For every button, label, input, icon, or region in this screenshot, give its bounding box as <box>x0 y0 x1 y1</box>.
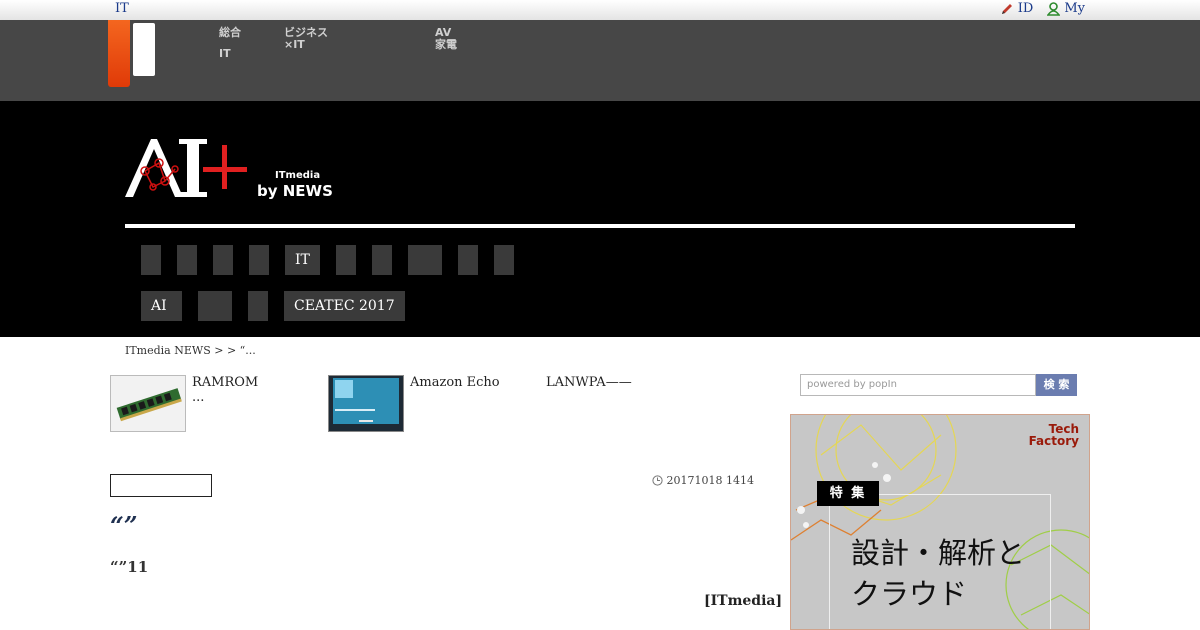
ad-headline-line1: 設計・解析と <box>851 536 1026 570</box>
category-item[interactable] <box>198 291 232 321</box>
related-title: LANWPA—— <box>546 375 632 390</box>
tech-factory-logo: Tech Factory <box>1029 423 1079 447</box>
category-item[interactable] <box>249 245 269 275</box>
my-link[interactable]: My <box>1047 1 1085 16</box>
category-item-ceatec[interactable]: CEATEC 2017 <box>284 291 405 321</box>
related-article[interactable]: RAMROM ... <box>110 375 258 432</box>
category-item[interactable] <box>493 245 514 275</box>
clock-icon <box>651 475 663 486</box>
top-user-links: ID My <box>1000 1 1085 16</box>
itmedia-logo-orange[interactable] <box>108 20 130 87</box>
related-title: RAMROM <box>192 375 259 390</box>
search-button[interactable]: 検 索 <box>1036 374 1077 396</box>
search-input[interactable]: powered by popIn <box>800 374 1036 396</box>
article-source: [ITmedia] <box>704 593 783 609</box>
category-item-it[interactable]: IT <box>285 245 320 275</box>
category-item-ai[interactable]: AI <box>141 291 182 321</box>
site-search: powered by popIn 検 索 <box>800 374 1077 396</box>
gnav-item-label: 総合 <box>219 26 241 39</box>
itmedia-sub-brand: ITmedia <box>275 170 321 181</box>
category-item[interactable] <box>407 245 442 275</box>
ai-plus-logo[interactable]: ITmedia by NEWS <box>125 137 335 209</box>
top-strip: IT ID My <box>0 0 1200 21</box>
article-lead: “”11 <box>110 558 149 576</box>
pencil-icon <box>1001 3 1012 14</box>
category-nav-row-2: AI CEATEC 2017 <box>141 291 405 321</box>
gnav-item-sublabel: 家電 <box>435 38 457 51</box>
category-item[interactable] <box>141 245 161 275</box>
category-item[interactable] <box>335 245 356 275</box>
id-link[interactable]: ID <box>1000 1 1034 16</box>
article-date-text: 20171018 1414 <box>666 474 754 487</box>
category-item[interactable] <box>371 245 392 275</box>
ad-headline-line2: クラウド <box>851 577 968 611</box>
category-item[interactable] <box>248 291 268 321</box>
gnav-item-business[interactable]: ビジネス ×IT <box>284 27 328 51</box>
article-title: “” <box>110 511 138 540</box>
related-title: Amazon Echo <box>410 375 500 390</box>
related-article[interactable]: Amazon Echo <box>328 375 500 432</box>
related-thumbnail-echo[interactable] <box>328 375 404 432</box>
related-thumbnail-ram[interactable] <box>110 375 186 432</box>
gnav-item-sublabel: ×IT <box>284 38 305 51</box>
by-news-label: by NEWS <box>257 182 333 200</box>
feature-ad-banner[interactable]: Tech Factory 特 集 設計・解析と クラウド <box>790 414 1090 630</box>
gnav-item-av[interactable]: AV 家電 <box>435 27 457 51</box>
related-title-more: ... <box>192 390 205 405</box>
user-icon <box>1047 1 1061 16</box>
category-item[interactable] <box>213 245 233 275</box>
category-nav-row-1: IT <box>141 245 514 275</box>
related-article[interactable]: LANWPA—— <box>546 375 632 390</box>
global-nav: 総合 IT ビジネス ×IT AV 家電 <box>0 20 1200 101</box>
category-item[interactable] <box>457 245 478 275</box>
tech-factory-logo-line2: Factory <box>1028 434 1079 448</box>
feature-badge: 特 集 <box>817 481 879 506</box>
header-divider <box>125 224 1075 228</box>
site-header: ITmedia by NEWS IT AI CEATEC 2017 <box>0 101 1200 337</box>
breadcrumb[interactable]: ITmedia NEWS > > “... <box>125 344 256 357</box>
my-label: My <box>1064 1 1085 16</box>
ad-headline: 設計・解析と クラウド <box>851 533 1025 615</box>
category-item[interactable] <box>177 245 197 275</box>
gnav-item-general[interactable]: 総合 IT <box>219 27 241 60</box>
top-link-it[interactable]: IT <box>115 1 129 16</box>
itmedia-logo-white[interactable] <box>133 23 155 76</box>
gnav-item-sublabel: IT <box>219 47 231 60</box>
article-tag-box[interactable] <box>110 474 212 497</box>
id-label: ID <box>1017 1 1034 16</box>
article-date: 20171018 1414 <box>651 474 754 487</box>
